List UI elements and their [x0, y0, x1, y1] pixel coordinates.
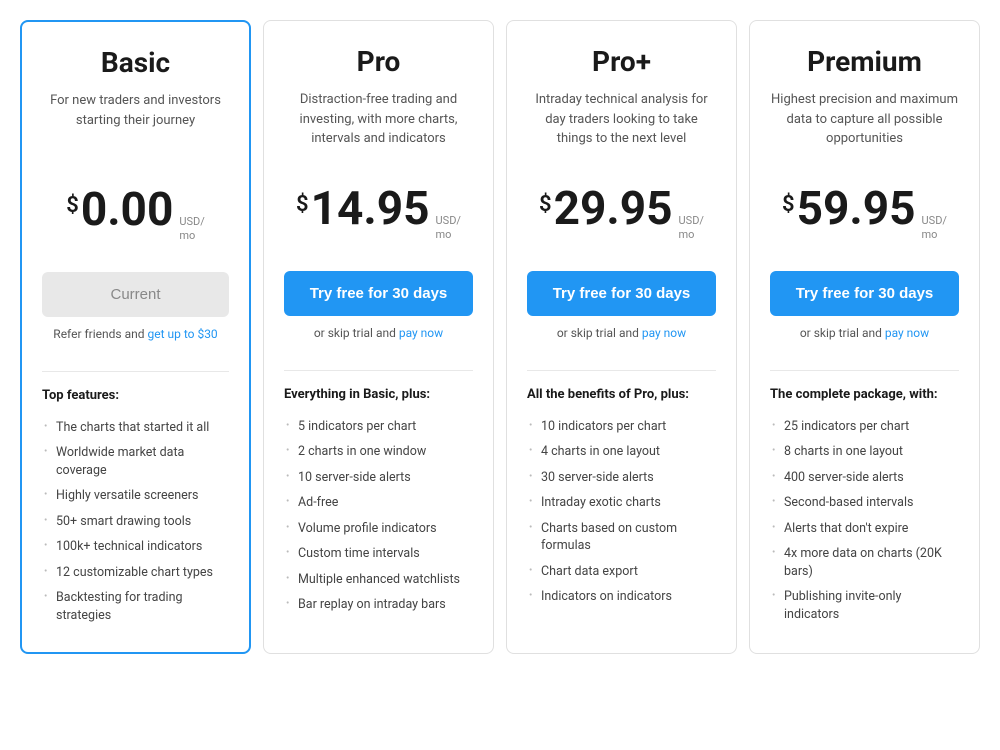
- plan-description-premium: Highest precision and maximum data to ca…: [770, 90, 959, 150]
- price-amount-pro: 14.95: [311, 186, 430, 232]
- pricing-grid: Basic For new traders and investors start…: [20, 20, 980, 654]
- price-block-pro_plus: $29.95USD/mo: [527, 186, 716, 243]
- price-dollar-premium: $: [782, 192, 795, 217]
- list-item: 30 server-side alerts: [527, 465, 716, 491]
- price-unit-pro: USD/mo: [436, 214, 461, 243]
- list-item: Alerts that don't expire: [770, 516, 959, 542]
- list-item: Highly versatile screeners: [42, 483, 229, 509]
- price-amount-premium: 59.95: [797, 186, 916, 232]
- refer-link[interactable]: get up to $30: [147, 327, 217, 341]
- pay-now-link[interactable]: pay now: [642, 326, 686, 340]
- price-dollar-basic: $: [66, 193, 79, 218]
- list-item: Volume profile indicators: [284, 516, 473, 542]
- list-item: Publishing invite-only indicators: [770, 584, 959, 627]
- skip-trial-pro: or skip trial and pay now: [284, 326, 473, 340]
- price-block-basic: $0.00USD/mo: [42, 187, 229, 244]
- feature-list-pro_plus: 10 indicators per chart4 charts in one l…: [527, 414, 716, 610]
- list-item: Intraday exotic charts: [527, 490, 716, 516]
- price-block-premium: $59.95USD/mo: [770, 186, 959, 243]
- plan-description-pro: Distraction-free trading and investing, …: [284, 90, 473, 150]
- list-item: Ad-free: [284, 490, 473, 516]
- refer-text-basic: Refer friends and get up to $30: [42, 327, 229, 341]
- list-item: 2 charts in one window: [284, 439, 473, 465]
- list-item: Second-based intervals: [770, 490, 959, 516]
- price-unit-pro_plus: USD/mo: [679, 214, 704, 243]
- feature-list-basic: The charts that started it allWorldwide …: [42, 415, 229, 629]
- price-amount-basic: 0.00: [81, 187, 174, 233]
- list-item: 100k+ technical indicators: [42, 534, 229, 560]
- feature-list-premium: 25 indicators per chart8 charts in one l…: [770, 414, 959, 628]
- plan-name-pro_plus: Pro+: [527, 45, 716, 78]
- btn-trial-pro_plus[interactable]: Try free for 30 days: [527, 271, 716, 316]
- price-dollar-pro_plus: $: [539, 192, 552, 217]
- plan-card-basic: Basic For new traders and investors start…: [20, 20, 251, 654]
- btn-trial-pro[interactable]: Try free for 30 days: [284, 271, 473, 316]
- features-section-pro: Everything in Basic, plus: 5 indicators p…: [284, 370, 473, 630]
- features-title-premium: The complete package, with:: [770, 387, 959, 402]
- list-item: Backtesting for trading strategies: [42, 585, 229, 628]
- features-title-basic: Top features:: [42, 388, 229, 403]
- plan-name-pro: Pro: [284, 45, 473, 78]
- list-item: 8 charts in one layout: [770, 439, 959, 465]
- plan-description-basic: For new traders and investors starting t…: [42, 91, 229, 151]
- price-unit-premium: USD/mo: [922, 214, 947, 243]
- price-block-pro: $14.95USD/mo: [284, 186, 473, 243]
- features-section-pro_plus: All the benefits of Pro, plus: 10 indicat…: [527, 370, 716, 630]
- price-unit-basic: USD/mo: [179, 215, 204, 244]
- list-item: 10 server-side alerts: [284, 465, 473, 491]
- list-item: Chart data export: [527, 559, 716, 585]
- plan-name-basic: Basic: [42, 46, 229, 79]
- list-item: 4 charts in one layout: [527, 439, 716, 465]
- list-item: 5 indicators per chart: [284, 414, 473, 440]
- list-item: Bar replay on intraday bars: [284, 592, 473, 618]
- list-item: 50+ smart drawing tools: [42, 509, 229, 535]
- list-item: The charts that started it all: [42, 415, 229, 441]
- features-title-pro_plus: All the benefits of Pro, plus:: [527, 387, 716, 402]
- features-section-premium: The complete package, with: 25 indicators…: [770, 370, 959, 630]
- plan-card-premium: Premium Highest precision and maximum dat…: [749, 20, 980, 654]
- plan-description-pro_plus: Intraday technical analysis for day trad…: [527, 90, 716, 150]
- features-title-pro: Everything in Basic, plus:: [284, 387, 473, 402]
- list-item: Worldwide market data coverage: [42, 440, 229, 483]
- price-dollar-pro: $: [296, 192, 309, 217]
- list-item: 25 indicators per chart: [770, 414, 959, 440]
- btn-current-basic: Current: [42, 272, 229, 317]
- list-item: Multiple enhanced watchlists: [284, 567, 473, 593]
- btn-trial-premium[interactable]: Try free for 30 days: [770, 271, 959, 316]
- list-item: 4x more data on charts (20K bars): [770, 541, 959, 584]
- list-item: 12 customizable chart types: [42, 560, 229, 586]
- features-section-basic: Top features: The charts that started it …: [42, 371, 229, 629]
- list-item: Charts based on custom formulas: [527, 516, 716, 559]
- plan-name-premium: Premium: [770, 45, 959, 78]
- pay-now-link[interactable]: pay now: [885, 326, 929, 340]
- skip-trial-pro_plus: or skip trial and pay now: [527, 326, 716, 340]
- plan-card-pro: Pro Distraction-free trading and investin…: [263, 20, 494, 654]
- plan-card-pro_plus: Pro+ Intraday technical analysis for day …: [506, 20, 737, 654]
- feature-list-pro: 5 indicators per chart2 charts in one wi…: [284, 414, 473, 618]
- list-item: 10 indicators per chart: [527, 414, 716, 440]
- list-item: Custom time intervals: [284, 541, 473, 567]
- list-item: Indicators on indicators: [527, 584, 716, 610]
- pay-now-link[interactable]: pay now: [399, 326, 443, 340]
- list-item: 400 server-side alerts: [770, 465, 959, 491]
- price-amount-pro_plus: 29.95: [554, 186, 673, 232]
- skip-trial-premium: or skip trial and pay now: [770, 326, 959, 340]
